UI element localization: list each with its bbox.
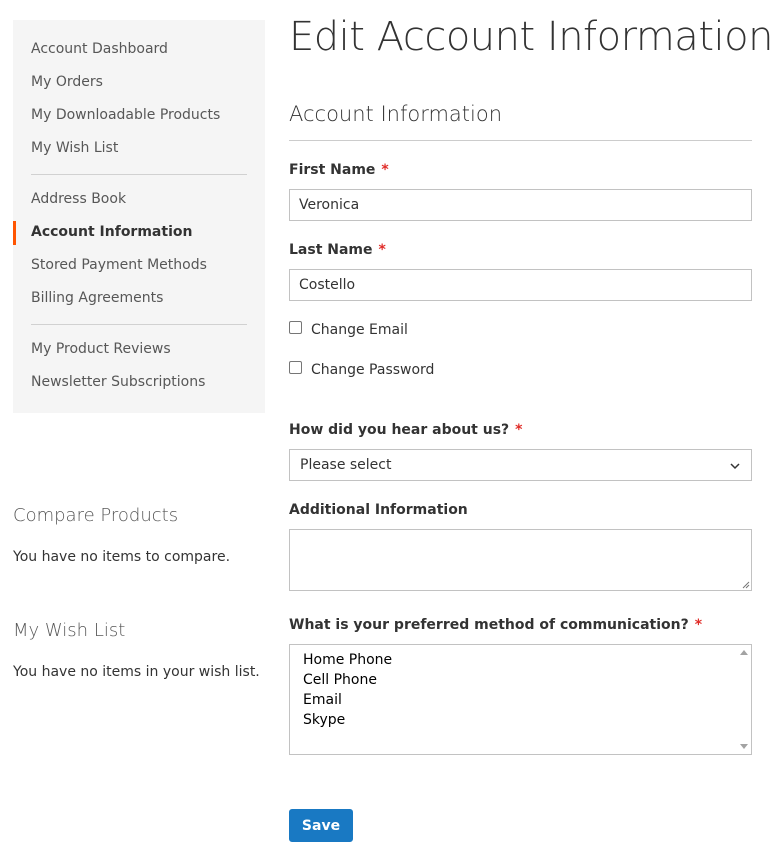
account-nav: Account Dashboard My Orders My Downloada…: [13, 20, 265, 413]
chevron-down-icon: [730, 463, 740, 470]
first-name-label: First Name *: [289, 162, 389, 178]
additional-info-label: Additional Information: [289, 502, 468, 518]
save-button[interactable]: Save: [289, 809, 353, 842]
nav-divider: [31, 324, 247, 325]
nav-active-indicator: [13, 221, 16, 245]
section-divider: [289, 140, 752, 141]
nav-item-billing-agreements[interactable]: Billing Agreements: [31, 290, 163, 306]
hear-about-label-text: How did you hear about us?: [289, 422, 510, 438]
communication-option-skype[interactable]: Skype: [303, 712, 345, 728]
required-marker: *: [381, 162, 389, 178]
additional-info-textarea[interactable]: [289, 529, 752, 591]
nav-item-product-reviews[interactable]: My Product Reviews: [31, 341, 171, 357]
required-marker: *: [378, 242, 386, 258]
last-name-input[interactable]: [289, 269, 752, 301]
change-password-label[interactable]: Change Password: [311, 362, 434, 378]
communication-label-text: What is your preferred method of communi…: [289, 617, 689, 633]
required-marker: *: [694, 617, 703, 633]
wishlist-empty: You have no items in your wish list.: [13, 664, 260, 680]
last-name-label: Last Name *: [289, 242, 386, 258]
last-name-label-text: Last Name: [289, 242, 373, 258]
listbox-scrollbar[interactable]: [737, 645, 751, 754]
compare-products-title: Compare Products: [13, 505, 179, 526]
nav-divider: [31, 174, 247, 175]
change-email-row[interactable]: Change Email: [289, 321, 408, 338]
nav-item-my-wish-list[interactable]: My Wish List: [31, 140, 118, 156]
nav-item-account-information[interactable]: Account Information: [31, 224, 192, 240]
first-name-label-text: First Name: [289, 162, 376, 178]
compare-products-empty: You have no items to compare.: [13, 549, 231, 565]
nav-item-downloadable-products[interactable]: My Downloadable Products: [31, 107, 220, 123]
change-email-label[interactable]: Change Email: [311, 322, 408, 338]
section-title: Account Information: [289, 102, 503, 126]
change-password-checkbox[interactable]: [289, 361, 302, 374]
page-title: Edit Account Information: [289, 14, 773, 60]
change-password-row[interactable]: Change Password: [289, 361, 434, 378]
communication-label: What is your preferred method of communi…: [289, 617, 702, 633]
nav-item-stored-payment-methods[interactable]: Stored Payment Methods: [31, 257, 207, 273]
scroll-down-icon[interactable]: [740, 744, 748, 749]
hear-about-label: How did you hear about us? *: [289, 422, 523, 438]
communication-option-cell-phone[interactable]: Cell Phone: [303, 672, 377, 688]
required-marker: *: [515, 422, 523, 438]
nav-item-my-orders[interactable]: My Orders: [31, 74, 103, 90]
communication-option-home-phone[interactable]: Home Phone: [303, 652, 392, 668]
nav-item-address-book[interactable]: Address Book: [31, 191, 126, 207]
resize-handle-icon[interactable]: [742, 581, 750, 589]
first-name-input[interactable]: [289, 189, 752, 221]
hear-about-select[interactable]: Please select: [289, 449, 752, 481]
nav-item-newsletter-subscriptions[interactable]: Newsletter Subscriptions: [31, 374, 205, 390]
change-email-checkbox[interactable]: [289, 321, 302, 334]
communication-listbox[interactable]: Home Phone Cell Phone Email Skype: [289, 644, 752, 755]
wishlist-title: My Wish List: [13, 620, 126, 641]
hear-about-selected-value: Please select: [300, 457, 392, 473]
communication-option-email[interactable]: Email: [303, 692, 342, 708]
scroll-up-icon[interactable]: [740, 650, 748, 655]
nav-item-account-dashboard[interactable]: Account Dashboard: [31, 41, 168, 57]
